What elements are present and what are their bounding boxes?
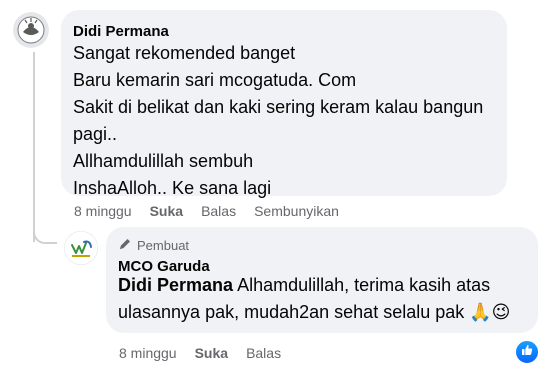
page-avatar[interactable] (64, 231, 98, 265)
comment-line: pagi.. (73, 124, 118, 144)
mention-link[interactable]: Didi Permana (118, 275, 233, 295)
reply-line-text: Alhamdulillah, terima kasih atas (237, 275, 491, 295)
comment-text: Sangat rekomended banget Baru kemarin sa… (73, 40, 483, 202)
comment-bubble: Didi Permana Sangat rekomended banget Ba… (61, 10, 507, 198)
comment-actions: 8 minggu Suka Balas Sembunyikan (74, 203, 339, 219)
comment-author[interactable]: Didi Permana (73, 23, 169, 40)
comment-timestamp[interactable]: 8 minggu (74, 203, 132, 219)
reply-button[interactable]: Balas (201, 203, 236, 219)
comment-line: Sangat rekomended banget (73, 43, 296, 63)
reply-bubble: Pembuat MCO Garuda Didi Permana Alhamdul… (106, 227, 538, 333)
thread-connector (33, 222, 57, 244)
reply-line: Didi Permana Alhamdulillah, terima kasih… (118, 272, 533, 299)
comment-line: Allhamdulillah sembuh (73, 151, 254, 171)
commenter-avatar[interactable] (13, 12, 49, 48)
like-button[interactable]: Suka (150, 203, 183, 219)
reply-line: ulasannya pak, mudah2an sehat selalu pak… (118, 302, 511, 322)
author-badge-label: Pembuat (137, 238, 190, 253)
thumbs-up-icon (521, 343, 533, 361)
author-badge: Pembuat (118, 237, 189, 254)
hide-button[interactable]: Sembunyikan (254, 203, 339, 219)
reply-like-button[interactable]: Suka (195, 345, 228, 361)
comment-line: InshaAlloh.. Ke sana lagi (73, 178, 272, 198)
comment-line: Baru kemarin sari mcogatuda. Com (73, 70, 357, 90)
reply-text: Didi Permana Alhamdulillah, terima kasih… (118, 272, 533, 326)
comment-line: Sakit di belikat dan kaki sering keram k… (73, 97, 484, 117)
reply-reply-button[interactable]: Balas (246, 345, 281, 361)
reply-timestamp[interactable]: 8 minggu (119, 345, 177, 361)
reply-actions: 8 minggu Suka Balas (119, 345, 281, 361)
pencil-icon (118, 237, 132, 254)
thread-line (33, 52, 35, 242)
reaction-badge[interactable] (514, 339, 540, 365)
